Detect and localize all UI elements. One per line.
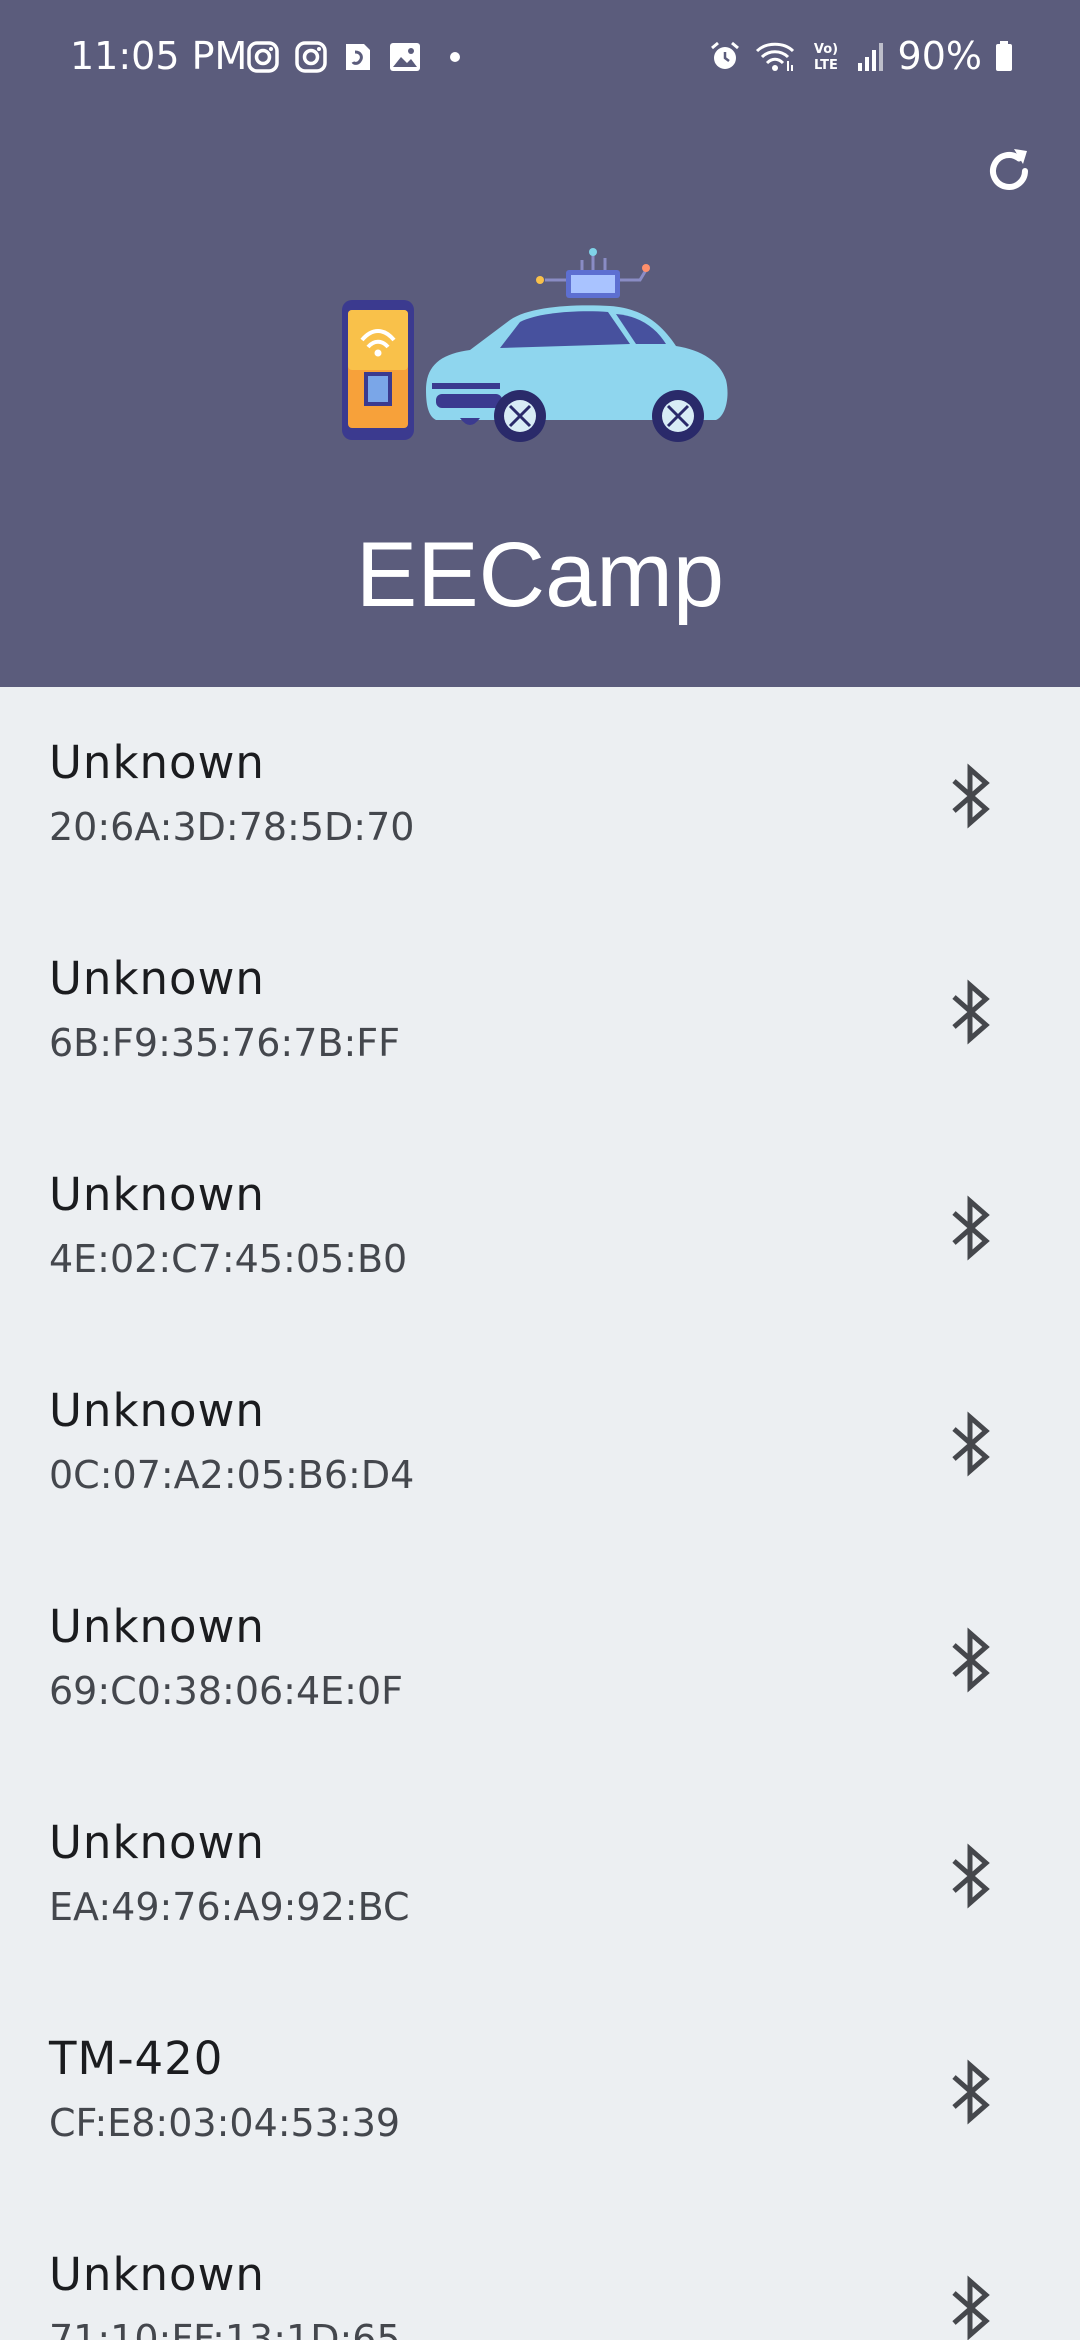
refresh-button[interactable]: [978, 140, 1040, 202]
device-name: Unknown: [49, 1384, 265, 1437]
device-name: Unknown: [49, 1600, 265, 1653]
status-time: 11:05 PM: [70, 34, 248, 78]
device-list-item[interactable]: Unknown 71:10:FF:13:1D:65: [0, 2199, 1080, 2340]
device-list-item[interactable]: Unknown EA:49:76:A9:92:BC: [0, 1767, 1080, 1983]
svg-text:Vo): Vo): [813, 42, 837, 57]
device-list-item[interactable]: Unknown 20:6A:3D:78:5D:70: [0, 687, 1080, 903]
device-list-item[interactable]: Unknown 4E:02:C7:45:05:B0: [0, 1119, 1080, 1335]
app-header: 11:05 PM Vo) LTE 90% EECamp: [0, 0, 1080, 687]
app-title: EECamp: [355, 524, 725, 626]
alarm-icon: [710, 41, 739, 69]
device-list-item[interactable]: TM-420 CF:E8:03:04:53:39: [0, 1983, 1080, 2199]
bluetooth-icon: [952, 2275, 990, 2340]
device-name: Unknown: [49, 1168, 265, 1221]
svg-text:LTE: LTE: [814, 58, 838, 73]
device-list-item[interactable]: Unknown 0C:07:A2:05:B6:D4: [0, 1335, 1080, 1551]
device-name: TM-420: [49, 2032, 224, 2085]
device-list-item[interactable]: Unknown 6B:F9:35:76:7B:FF: [0, 903, 1080, 1119]
device-name: Unknown: [49, 1816, 265, 1869]
refresh-icon: [990, 149, 1028, 190]
car-phone-illustration: [342, 248, 728, 442]
device-address: 4E:02:C7:45:05:B0: [49, 1237, 408, 1281]
bluetooth-icon: [952, 1411, 990, 1477]
instagram-icon: [247, 41, 279, 73]
device-address: CF:E8:03:04:53:39: [49, 2101, 401, 2145]
battery-icon: [996, 41, 1012, 71]
wifi-icon: [755, 42, 794, 71]
device-address: 6B:F9:35:76:7B:FF: [49, 1021, 400, 1065]
bluetooth-icon: [952, 979, 990, 1045]
device-name: Unknown: [49, 736, 265, 789]
signal-icon: [857, 43, 883, 71]
device-list-item[interactable]: Unknown 69:C0:38:06:4E:0F: [0, 1551, 1080, 1767]
device-name: Unknown: [49, 952, 265, 1005]
sticker-icon: [346, 44, 370, 70]
device-address: EA:49:76:A9:92:BC: [49, 1885, 410, 1929]
device-address: 20:6A:3D:78:5D:70: [49, 805, 415, 849]
instagram-icon: [295, 41, 327, 73]
system-status: Vo) LTE 90%: [708, 34, 1014, 78]
bluetooth-icon: [952, 763, 990, 829]
status-bar: 11:05 PM Vo) LTE 90%: [0, 0, 1080, 116]
bluetooth-icon: [952, 1627, 990, 1693]
device-address: 71:10:FF:13:1D:65: [49, 2317, 401, 2340]
bluetooth-icon: [952, 1843, 990, 1909]
device-name: Unknown: [49, 2248, 265, 2301]
device-list[interactable]: Unknown 20:6A:3D:78:5D:70 Unknown 6B:F9:…: [0, 687, 1080, 2340]
volte-icon: Vo) LTE: [813, 42, 838, 73]
notification-icons: [246, 40, 470, 74]
gallery-icon: [390, 43, 420, 71]
bluetooth-icon: [952, 1195, 990, 1261]
battery-percent: 90%: [897, 34, 982, 78]
device-address: 0C:07:A2:05:B6:D4: [49, 1453, 415, 1497]
device-address: 69:C0:38:06:4E:0F: [49, 1669, 404, 1713]
dot-icon: [450, 52, 460, 62]
bluetooth-icon: [952, 2059, 990, 2125]
